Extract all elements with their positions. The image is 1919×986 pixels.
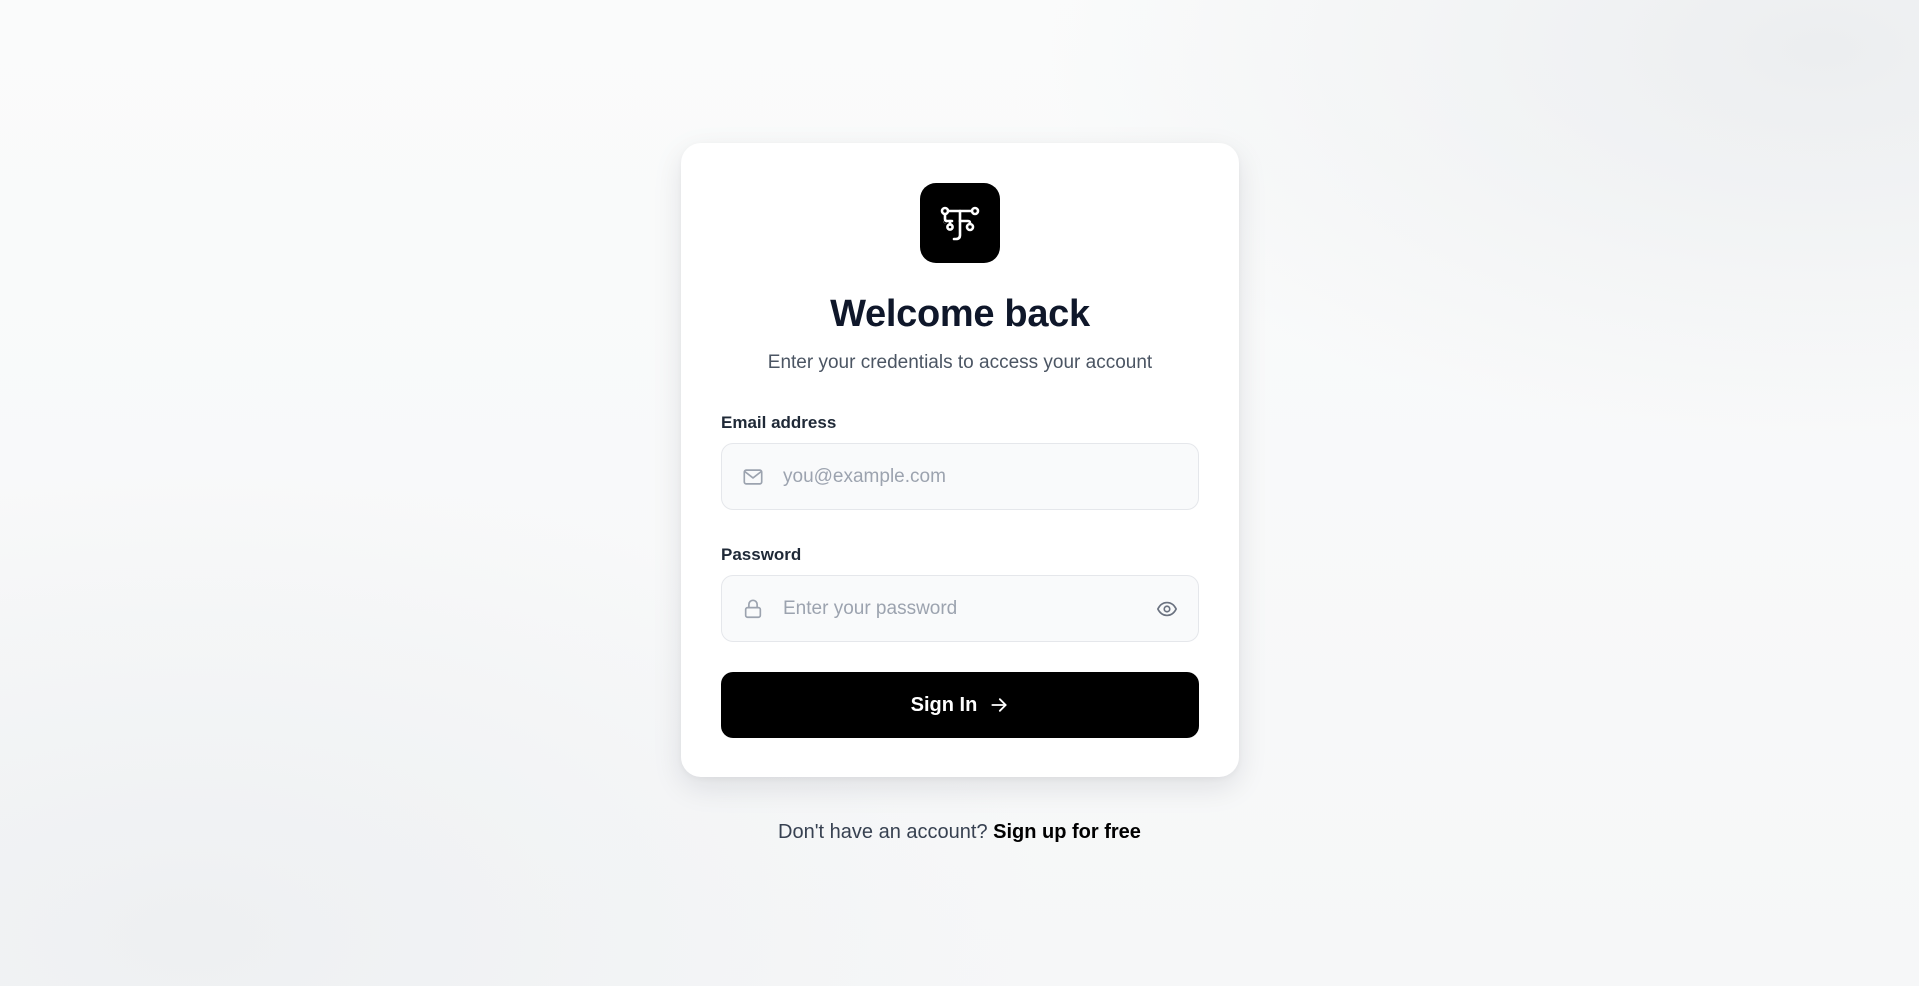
password-field-wrapper (721, 575, 1199, 642)
circuit-t-logo-icon (940, 206, 980, 241)
sign-in-label: Sign In (910, 693, 978, 716)
signup-prompt: Don't have an account? Sign up for free (0, 821, 1919, 844)
page-subtitle: Enter your credentials to access your ac… (767, 352, 1153, 373)
password-label: Password (721, 545, 802, 564)
email-input[interactable] (765, 444, 1198, 509)
email-field-wrapper (721, 443, 1199, 510)
password-input[interactable] (765, 576, 1154, 641)
lock-icon (741, 597, 765, 621)
page-title: Welcome back (830, 293, 1090, 335)
mail-icon (741, 465, 765, 489)
signup-prompt-text: Don't have an account? (778, 821, 988, 843)
sign-up-link[interactable]: Sign up for free (993, 821, 1141, 843)
login-card: Welcome back Enter your credentials to a… (681, 143, 1239, 777)
sign-in-button[interactable]: Sign In (721, 672, 1199, 738)
arrow-right-icon (991, 698, 1007, 712)
logo (920, 183, 1000, 263)
email-label: Email address (721, 413, 837, 432)
toggle-password-visibility-icon[interactable] (1154, 596, 1180, 622)
